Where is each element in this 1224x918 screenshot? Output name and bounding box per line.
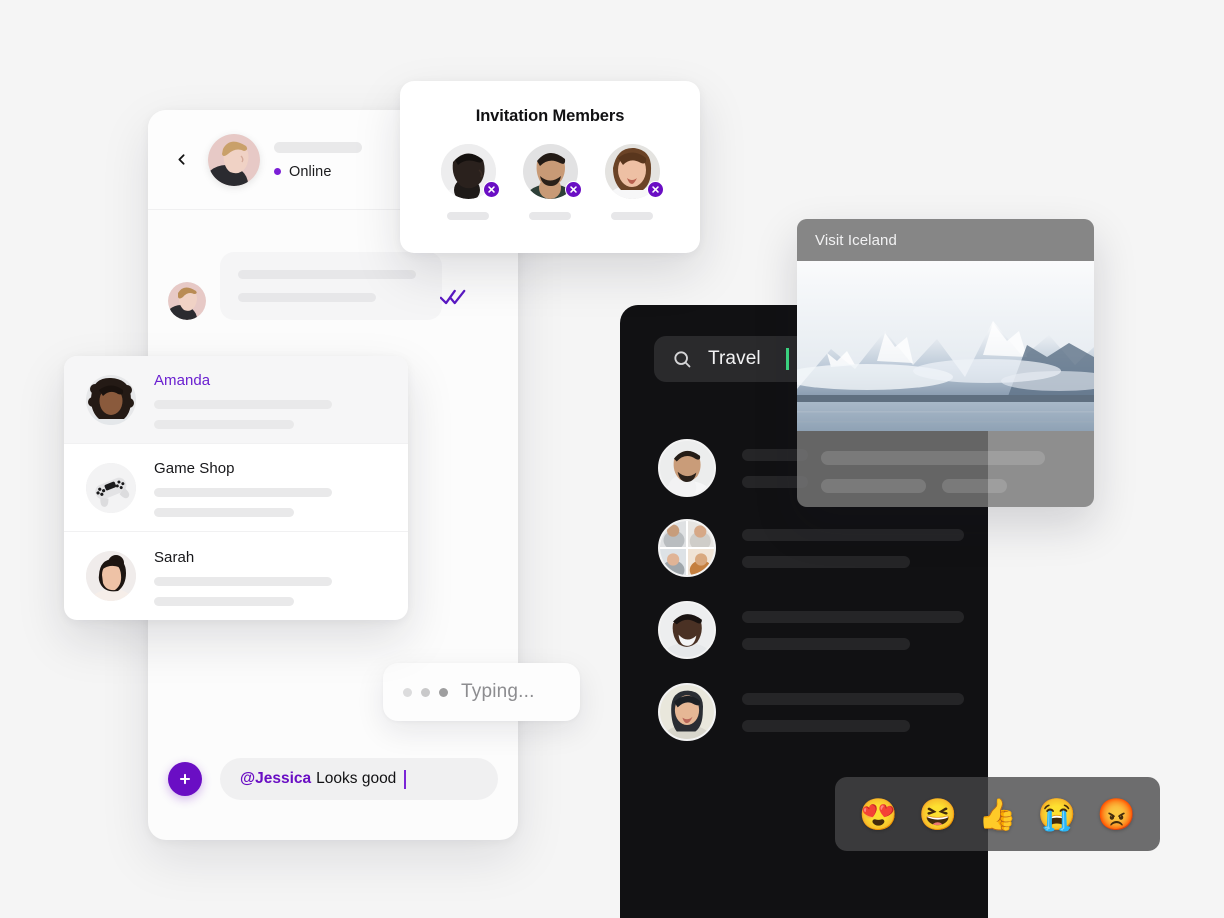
member-name-placeholder	[529, 212, 571, 220]
message-line	[238, 293, 376, 302]
message-sender-avatar	[168, 282, 206, 320]
message-composer: @Jessica Looks good	[168, 758, 498, 800]
dark-list-item[interactable]	[658, 519, 964, 577]
typing-dot	[421, 687, 430, 697]
dark-line	[742, 610, 964, 623]
loudly-crying-emoji[interactable]: 😭	[1038, 799, 1077, 830]
dark-line	[742, 528, 964, 541]
member-name-placeholder	[611, 212, 653, 220]
contact-preview-line	[154, 488, 332, 497]
contact-preview-line	[154, 576, 332, 586]
contact-preview-line	[154, 508, 294, 517]
iceland-mountains-photo	[797, 261, 1094, 431]
message-row	[168, 252, 442, 320]
invitation-members-list	[400, 144, 700, 220]
page-title: Invitation Members	[475, 107, 625, 125]
search-caret	[785, 348, 789, 370]
contact-row-game-shop[interactable]: Game Shop	[64, 444, 408, 532]
thumbs-up-emoji[interactable]: 👍	[978, 799, 1017, 830]
heart-eyes-emoji[interactable]: 😍	[859, 799, 898, 830]
composer-text: Looks good	[316, 770, 397, 787]
chevron-left-icon[interactable]	[168, 147, 194, 173]
dark-line	[742, 719, 910, 732]
chat-header-meta: Online	[274, 140, 362, 180]
invitation-members-card: Invitation Members	[400, 81, 700, 253]
contact-row-sarah[interactable]: Sarah	[64, 532, 408, 620]
dark-list-item[interactable]	[658, 439, 808, 497]
dark-list-item[interactable]	[658, 601, 964, 659]
contact-preview-line	[154, 420, 294, 429]
iceland-placeholder-line	[821, 479, 926, 493]
message-line	[238, 270, 416, 279]
close-icon[interactable]	[646, 181, 664, 198]
contact-name: Game Shop	[154, 460, 235, 477]
status-label: Online	[289, 163, 332, 180]
contact-avatar-amanda	[86, 374, 136, 425]
close-icon[interactable]	[564, 181, 582, 198]
avatar[interactable]	[208, 133, 260, 186]
status-badge: Online	[274, 164, 362, 180]
contact-name: Amanda	[154, 372, 211, 389]
iceland-card-header: Visit Iceland	[797, 219, 1094, 261]
dark-list-item[interactable]	[658, 683, 964, 741]
mention-token: @Jessica	[240, 770, 312, 787]
dark-line	[742, 555, 910, 568]
iceland-card-body	[797, 431, 1094, 493]
double-check-icon	[440, 288, 466, 306]
contact-preview-line	[154, 400, 332, 409]
invitation-member	[604, 144, 664, 220]
message-input[interactable]: @Jessica Looks good	[220, 758, 498, 800]
invitation-member	[440, 144, 500, 220]
dark-avatar-1	[658, 439, 716, 497]
showcase-stage: Online @Jessica Looks good Typing... Inv…	[0, 0, 1224, 918]
invitation-member	[522, 144, 582, 220]
typing-indicator: Typing...	[383, 663, 580, 721]
emoji-reaction-bar: 😍 😆 👍 😭 😡	[835, 777, 1160, 851]
search-icon	[672, 349, 692, 369]
plus-icon[interactable]	[168, 762, 202, 796]
contacts-card: Amanda Game Shop Sarah	[64, 356, 408, 620]
dark-line	[742, 637, 910, 650]
contact-name-placeholder	[274, 141, 362, 153]
contact-avatar-sarah	[86, 551, 136, 601]
dark-avatar-3	[658, 601, 716, 659]
grinning-squinting-emoji[interactable]: 😆	[919, 799, 958, 830]
text-caret	[404, 769, 407, 789]
close-icon[interactable]	[482, 181, 500, 198]
dark-avatar-4	[658, 683, 716, 741]
angry-face-emoji[interactable]: 😡	[1097, 799, 1136, 830]
iceland-card-title: Visit Iceland	[815, 231, 897, 249]
member-name-placeholder	[447, 212, 489, 220]
dark-line	[742, 692, 964, 705]
iceland-preview-card[interactable]: Visit Iceland	[797, 219, 1094, 507]
message-bubble	[220, 252, 442, 320]
iceland-placeholder-line	[942, 479, 1007, 493]
contact-name: Sarah	[154, 548, 195, 566]
contact-row-amanda[interactable]: Amanda	[64, 356, 408, 444]
typing-dot	[403, 687, 412, 697]
contact-avatar-game-shop	[86, 462, 136, 513]
dark-avatar-2	[658, 519, 716, 577]
typing-dot	[439, 687, 448, 697]
online-status-dot	[274, 168, 281, 175]
search-value: Travel	[708, 348, 761, 369]
iceland-placeholder-line	[821, 451, 1045, 465]
typing-label: Typing...	[461, 681, 535, 702]
contact-preview-line	[154, 596, 294, 606]
